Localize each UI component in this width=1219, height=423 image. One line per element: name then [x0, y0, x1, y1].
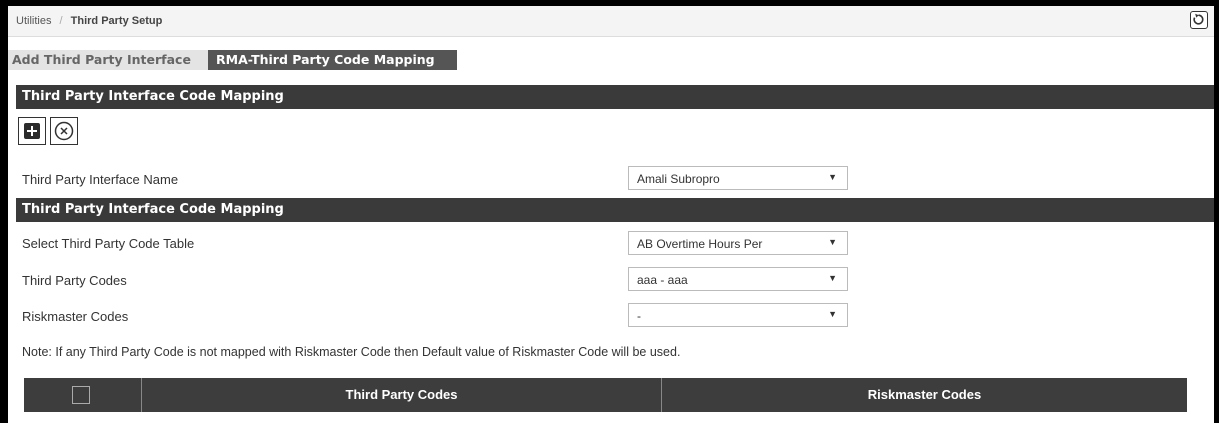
breadcrumb-bar: Utilities / Third Party Setup	[8, 6, 1214, 37]
code-table-value: AB Overtime Hours Per	[637, 237, 763, 251]
circle-x-icon	[54, 121, 74, 141]
column-header-third-party-codes[interactable]: Third Party Codes	[142, 378, 662, 412]
interface-name-select[interactable]: Amali Subropro ▼	[628, 166, 848, 190]
main-frame: Utilities / Third Party Setup Add Third …	[8, 6, 1214, 423]
code-table-select[interactable]: AB Overtime Hours Per ▼	[628, 231, 848, 255]
chevron-down-icon: ▼	[828, 237, 837, 247]
cancel-button[interactable]	[50, 117, 78, 145]
section-header-code-mapping: Third Party Interface Code Mapping	[16, 198, 1214, 222]
refresh-icon	[1193, 13, 1204, 25]
plus-square-icon	[24, 123, 40, 139]
third-party-codes-select[interactable]: aaa - aaa ▼	[628, 267, 848, 291]
section-header-interface-mapping: Third Party Interface Code Mapping	[16, 85, 1214, 109]
breadcrumb-root[interactable]: Utilities	[16, 15, 51, 27]
add-button[interactable]	[18, 117, 46, 145]
interface-name-value: Amali Subropro	[637, 172, 720, 186]
riskmaster-codes-value: -	[637, 309, 641, 323]
chevron-down-icon: ▼	[828, 273, 837, 283]
interface-name-label: Third Party Interface Name	[22, 172, 179, 187]
chevron-down-icon: ▼	[828, 309, 837, 319]
third-party-codes-value: aaa - aaa	[637, 273, 688, 287]
grid-select-all-column	[24, 378, 142, 412]
refresh-button[interactable]	[1190, 11, 1208, 29]
riskmaster-codes-label: Riskmaster Codes	[22, 309, 129, 324]
toolbar	[18, 117, 88, 145]
breadcrumb: Utilities / Third Party Setup	[16, 15, 162, 27]
breadcrumb-separator: /	[59, 15, 63, 27]
tab-add-third-party-interface[interactable]: Add Third Party Interface	[8, 50, 208, 70]
chevron-down-icon: ▼	[828, 172, 837, 182]
mapping-note: Note: If any Third Party Code is not map…	[22, 345, 681, 359]
code-table-label: Select Third Party Code Table	[22, 236, 195, 251]
tab-rma-third-party-code-mapping[interactable]: RMA-Third Party Code Mapping	[208, 50, 457, 70]
grid-header: Third Party Codes Riskmaster Codes	[24, 378, 1187, 412]
select-all-checkbox[interactable]	[72, 386, 90, 404]
riskmaster-codes-select[interactable]: - ▼	[628, 303, 848, 327]
third-party-codes-label: Third Party Codes	[22, 273, 127, 288]
breadcrumb-current: Third Party Setup	[70, 15, 163, 27]
column-header-riskmaster-codes[interactable]: Riskmaster Codes	[662, 378, 1187, 412]
